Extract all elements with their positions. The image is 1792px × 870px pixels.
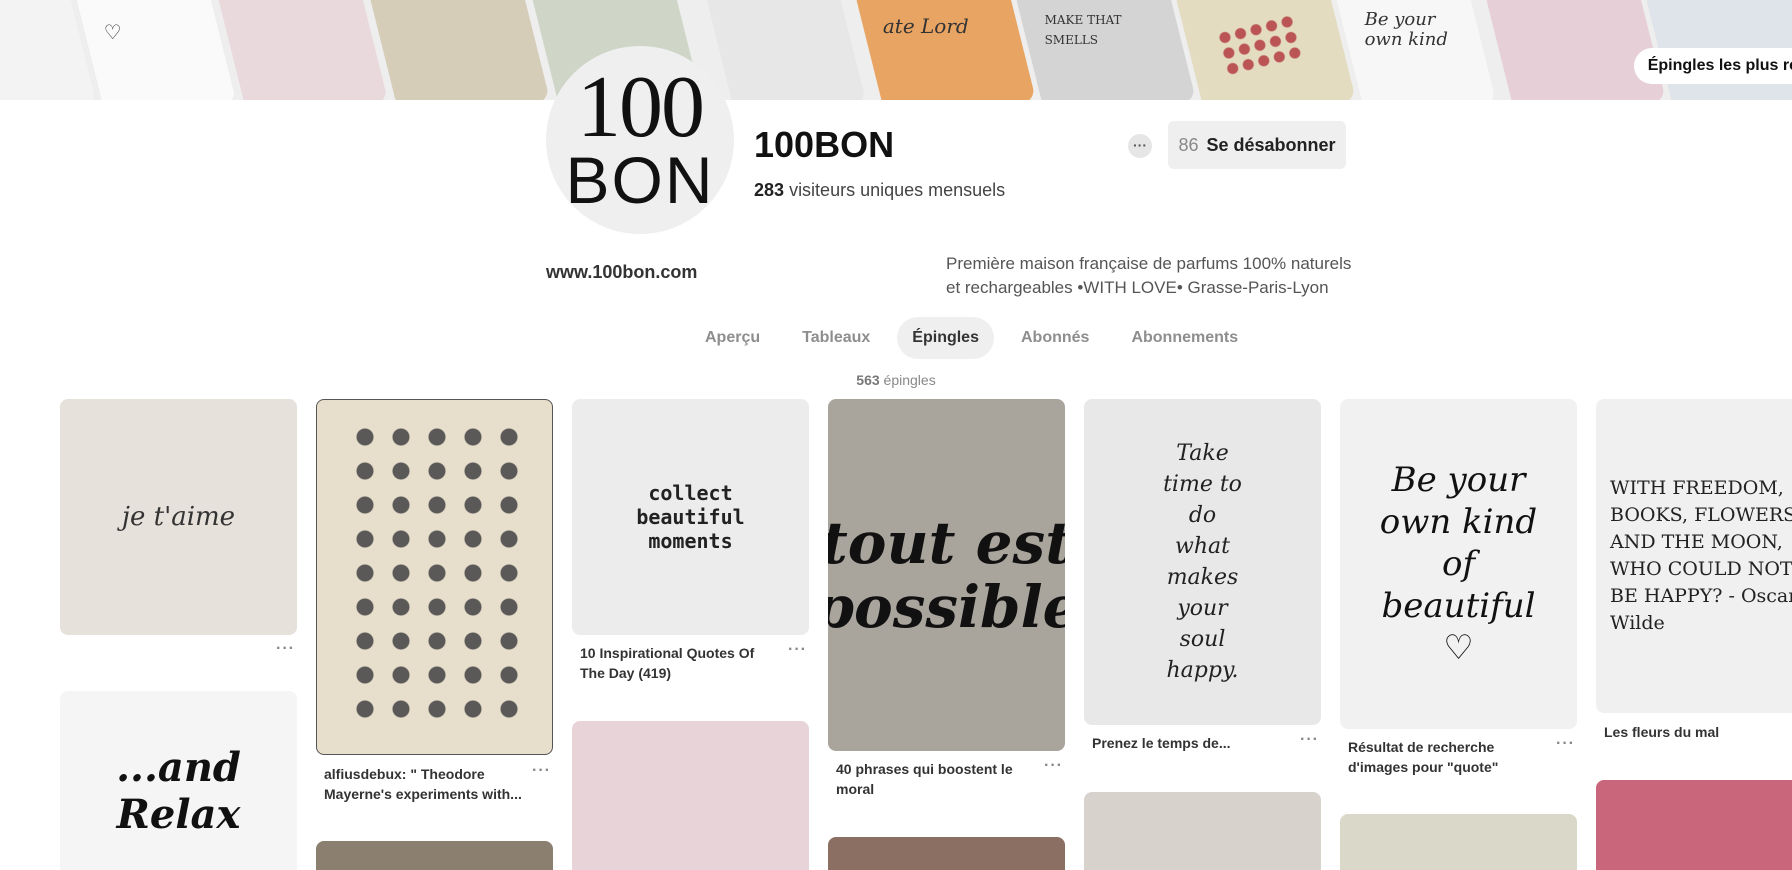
pin-count-number: 563	[856, 372, 880, 388]
tab-following[interactable]: Abonnements	[1116, 317, 1253, 359]
pin-image: WITH FREEDOM, BOOKS, FLOWERS, AND THE MO…	[1610, 477, 1792, 634]
pin-card[interactable]: collect beautiful moments	[572, 399, 809, 635]
tab-overview[interactable]: Aperçu	[690, 317, 775, 359]
pin-count: 563 épingles	[0, 372, 1792, 388]
pin-menu-icon[interactable]: ···	[532, 762, 551, 780]
unsubscribe-button[interactable]: 86 Se désabonner	[1168, 121, 1346, 169]
pin-caption[interactable]: alfiusdebux: " Theodore Mayerne's experi…	[324, 764, 524, 804]
bio-line: Première maison française de parfums 100…	[946, 254, 1352, 273]
cover-tile	[215, 0, 389, 100]
monthly-visitors: 283 visiteurs uniques mensuels	[754, 180, 1005, 201]
unsubscribe-label: Se désabonner	[1206, 134, 1336, 155]
pin-menu-icon[interactable]: ···	[1044, 757, 1063, 775]
pin-caption[interactable]: 10 Inspirational Quotes Of The Day (419)	[580, 643, 780, 683]
logo-text-bon: BON	[565, 143, 715, 217]
top-pins-pill[interactable]: Épingles les plus ré	[1633, 48, 1792, 84]
profile-tabs: Aperçu Tableaux Épingles Abonnés Abonnem…	[690, 317, 1253, 359]
pin-card[interactable]	[316, 399, 553, 755]
tab-boards[interactable]: Tableaux	[787, 317, 885, 359]
pin-card[interactable]	[316, 841, 553, 870]
cover-tile	[1484, 0, 1666, 100]
website-link[interactable]: www.100bon.com	[546, 262, 697, 283]
pin-menu-icon[interactable]: ···	[1300, 731, 1319, 749]
pin-card[interactable]	[1084, 792, 1321, 870]
bio-line: et rechargeables •WITH LOVE• Grasse-Pari…	[946, 278, 1329, 297]
pin-image: je t'aime	[121, 502, 236, 532]
tab-followers[interactable]: Abonnés	[1006, 317, 1104, 359]
pin-image: collect beautiful moments	[636, 481, 745, 553]
pin-menu-icon[interactable]: ···	[1556, 735, 1575, 753]
cover-tile: Be your own kind	[1333, 0, 1497, 100]
cover-tile: MAKE THAT SMELLS	[1014, 0, 1196, 100]
pin-caption[interactable]: Les fleurs du mal	[1604, 722, 1792, 742]
cover-tile: ate Lord	[854, 0, 1036, 100]
cover-tile: ♡	[73, 0, 237, 100]
cover-tile	[368, 0, 550, 100]
pin-caption[interactable]: Résultat de recherche d'images pour "quo…	[1348, 737, 1548, 777]
pin-card[interactable]: Be your own kind of beautiful ♡	[1340, 399, 1577, 729]
pin-image: ...and Relax	[116, 744, 241, 838]
pin-caption[interactable]: 40 phrases qui boostent le moral	[836, 759, 1036, 799]
logo-text-100: 100	[577, 59, 705, 156]
profile-bio: Première maison française de parfums 100…	[946, 252, 1366, 300]
more-options-icon[interactable]: ···	[1128, 134, 1152, 158]
pin-image: tout est possible	[828, 509, 1065, 641]
pin-menu-icon[interactable]: ···	[788, 641, 807, 659]
color-dots	[1215, 12, 1306, 81]
profile-page: t ♡ ate Lord MAKE THAT SMELLS Be your ow…	[0, 0, 1792, 870]
pin-count-label: épingles	[883, 372, 936, 388]
pin-image: Be your own kind of beautiful ♡	[1379, 460, 1538, 668]
visitors-label: visiteurs uniques mensuels	[789, 180, 1006, 200]
cover-tile	[703, 0, 867, 100]
pin-card[interactable]	[828, 837, 1065, 870]
profile-name: 100BON	[754, 124, 895, 165]
pin-card[interactable]	[1340, 814, 1577, 870]
profile-avatar[interactable]: 100 BON	[546, 46, 734, 234]
pin-image-color-chart	[347, 420, 527, 730]
follower-count: 86	[1178, 134, 1199, 155]
pin-caption[interactable]: Prenez le temps de...	[1092, 733, 1292, 753]
pin-menu-icon[interactable]: ···	[276, 640, 295, 658]
pin-card[interactable]	[1596, 780, 1792, 870]
pin-card[interactable]: ...and Relax	[60, 691, 297, 870]
cover-collage[interactable]: t ♡ ate Lord MAKE THAT SMELLS Be your ow…	[0, 0, 1792, 100]
pin-card[interactable]	[572, 721, 809, 870]
pin-card[interactable]: je t'aime	[60, 399, 297, 635]
tab-pins[interactable]: Épingles	[897, 317, 994, 359]
pin-card[interactable]: Take time to do what makes your soul hap…	[1084, 399, 1321, 725]
pin-image: Take time to do what makes your soul hap…	[1163, 441, 1242, 683]
pin-card[interactable]: tout est possible	[828, 399, 1065, 751]
cover-tile	[1174, 0, 1356, 100]
pin-card[interactable]: WITH FREEDOM, BOOKS, FLOWERS, AND THE MO…	[1596, 399, 1792, 713]
visitors-count: 283	[754, 180, 785, 200]
